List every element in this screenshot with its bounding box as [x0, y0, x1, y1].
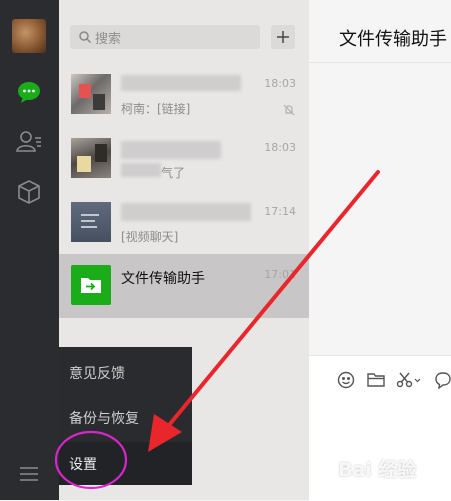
contacts-icon[interactable]: [14, 126, 44, 156]
blurred-name: [121, 75, 241, 91]
watermark: Bai 经验: [338, 459, 417, 481]
chat-time: 17:14: [264, 205, 296, 218]
page-title: 文件传输助手: [339, 29, 447, 50]
chat-avatar: [71, 138, 111, 178]
chat-list-item[interactable]: 柯南：[链接] 18:03: [59, 63, 309, 127]
chat-name: 文件传输助手: [121, 271, 205, 287]
icon-sidebar: [0, 0, 59, 500]
chat-list-item-file-transfer[interactable]: 文件传输助手 17:01: [59, 254, 309, 318]
emoji-icon[interactable]: [336, 370, 356, 390]
chat-list-item[interactable]: [视频聊天] 17:14: [59, 191, 309, 255]
menu-item-backup-restore[interactable]: 备份与恢复: [69, 408, 139, 428]
add-button[interactable]: [271, 25, 295, 49]
chat-time: 18:03: [264, 141, 296, 154]
divider: [309, 62, 451, 63]
chat-avatar: [71, 202, 111, 242]
avatar[interactable]: [12, 19, 46, 53]
search-icon: [79, 31, 91, 43]
blurred-preview: [121, 163, 161, 177]
settings-popup-menu: 意见反馈 备份与恢复 设置: [59, 347, 192, 485]
chat-time: 18:03: [264, 77, 296, 90]
plus-icon: [277, 31, 289, 43]
chat-preview: [视频聊天]: [121, 230, 179, 244]
chat-preview: 柯南：[链接]: [121, 102, 191, 116]
blurred-name: [121, 141, 221, 159]
folder-arrow-icon: [81, 278, 101, 293]
hamburger-menu-icon[interactable]: [17, 462, 41, 486]
chat-time: 17:01: [264, 268, 296, 281]
favorites-cube-icon[interactable]: [14, 177, 44, 207]
menu-item-feedback[interactable]: 意见反馈: [69, 363, 125, 383]
mute-bell-icon: [283, 101, 295, 116]
blurred-name: [121, 203, 251, 221]
search-input[interactable]: 搜索: [70, 25, 260, 49]
chat-bubble-icon[interactable]: [14, 77, 44, 107]
file-transfer-avatar: [71, 265, 111, 305]
chat-history-icon[interactable]: [433, 370, 451, 390]
folder-icon[interactable]: [366, 370, 386, 390]
menu-item-settings-label: 设置: [69, 457, 97, 473]
scissors-icon[interactable]: [396, 370, 422, 390]
chat-list-item[interactable]: 气了 18:03: [59, 127, 309, 191]
menu-item-settings[interactable]: 设置: [59, 442, 192, 485]
chat-avatar: [71, 74, 111, 114]
search-placeholder: 搜索: [95, 31, 122, 47]
chat-preview: 气了: [161, 166, 186, 180]
chat-main-panel: 文件传输助手: [309, 0, 451, 501]
